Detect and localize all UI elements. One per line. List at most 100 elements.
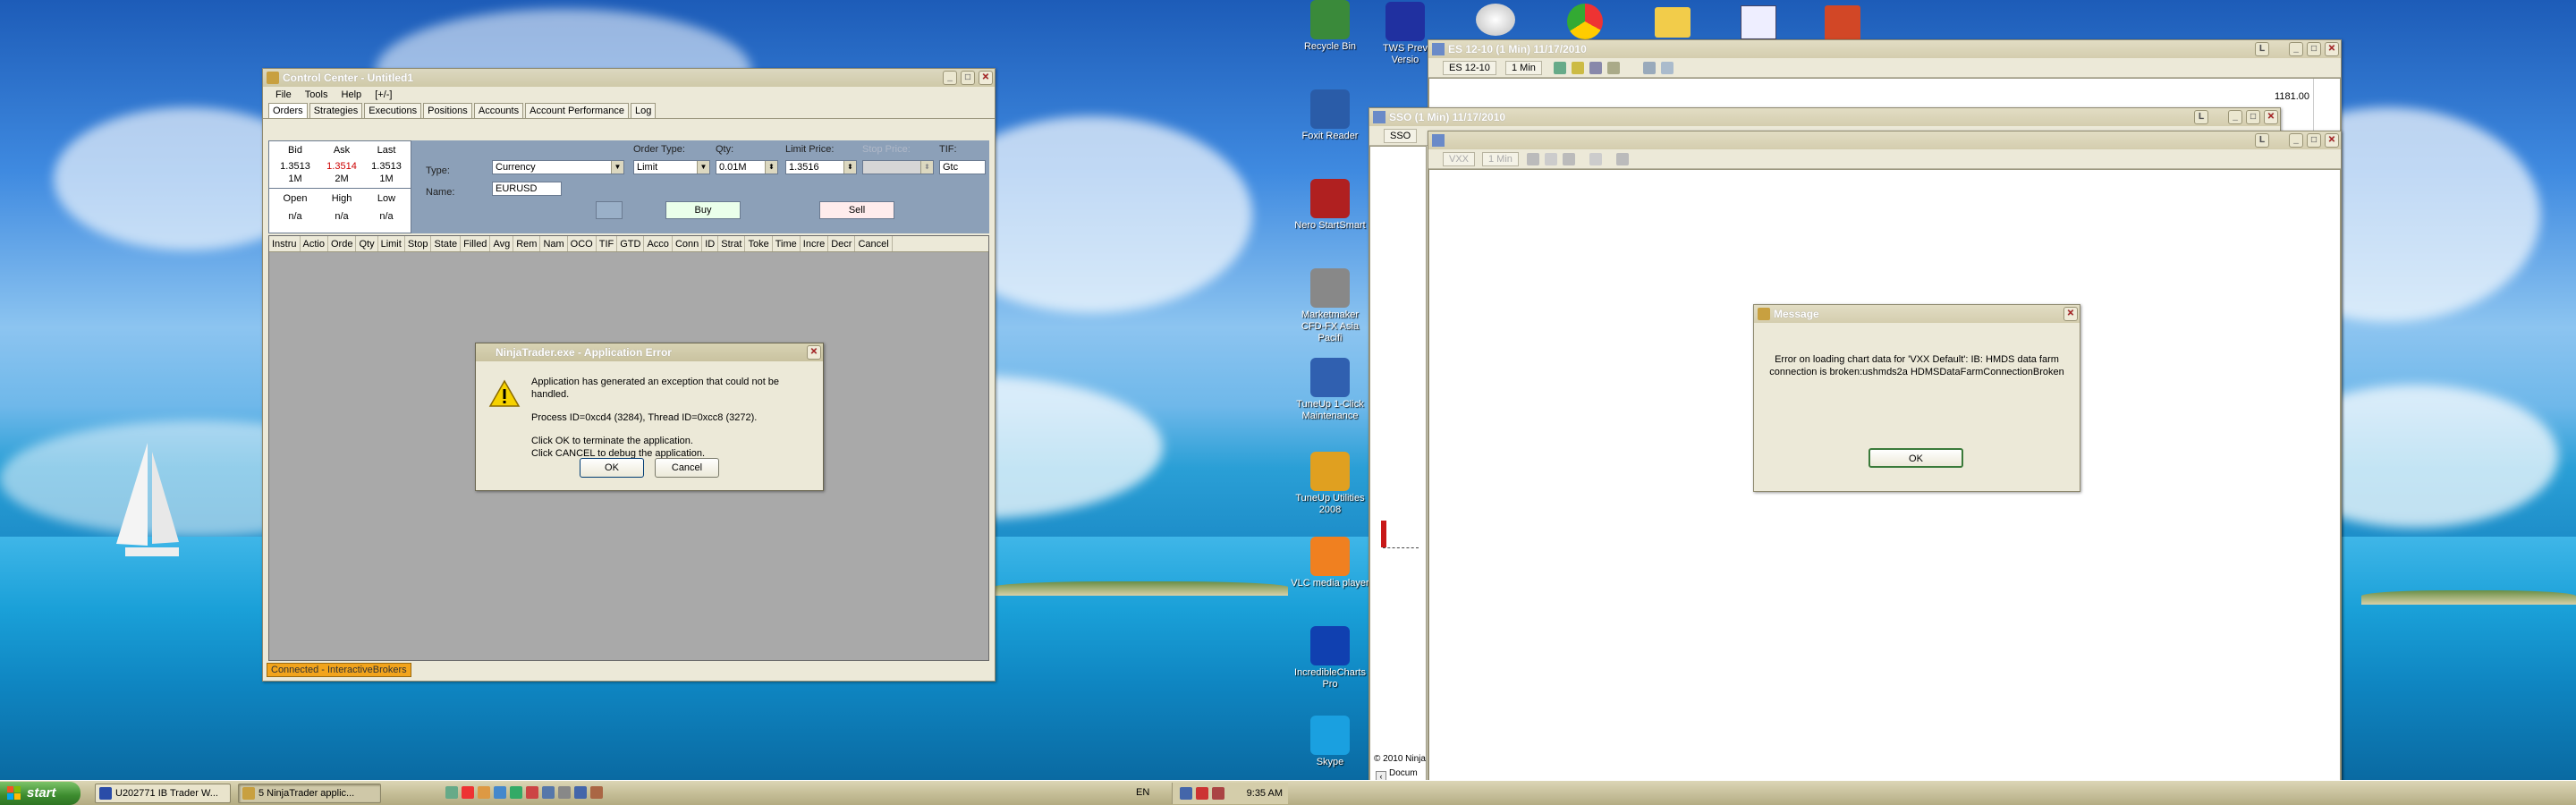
tab-log[interactable]: Log bbox=[631, 103, 657, 118]
limit-price-stepper[interactable]: 1.3516 ⬍ bbox=[785, 160, 857, 174]
tab-executions[interactable]: Executions bbox=[364, 103, 422, 118]
powerpoint-icon[interactable] bbox=[1825, 5, 1860, 41]
column-header[interactable]: Rem bbox=[513, 236, 541, 251]
minimize-button[interactable]: _ bbox=[2228, 110, 2242, 124]
instrument-select[interactable]: ES 12-10 bbox=[1443, 61, 1496, 75]
order-type-select[interactable]: Limit ▼ bbox=[633, 160, 710, 174]
link-button[interactable]: L bbox=[2255, 42, 2269, 56]
buy-button[interactable]: Buy bbox=[665, 201, 741, 219]
quicklaunch-icon[interactable] bbox=[478, 786, 490, 799]
column-header[interactable]: Filled bbox=[461, 236, 491, 251]
quicklaunch-icon[interactable] bbox=[494, 786, 506, 799]
dialog-titlebar[interactable]: Message ✕ bbox=[1754, 305, 2080, 323]
tab-positions[interactable]: Positions bbox=[423, 103, 472, 118]
column-header[interactable]: GTD bbox=[617, 236, 645, 251]
tray-icon[interactable] bbox=[1180, 787, 1192, 800]
close-button[interactable]: ✕ bbox=[2063, 307, 2078, 321]
desktop-icon[interactable]: Marketmaker CFD-FX Asia Pacifi bbox=[1290, 268, 1370, 344]
column-header[interactable]: ID bbox=[702, 236, 719, 251]
folder-icon[interactable] bbox=[1655, 7, 1690, 38]
instrument-select[interactable]: VXX bbox=[1443, 152, 1476, 166]
tab-orders[interactable]: Orders bbox=[268, 103, 308, 118]
quicklaunch-icon[interactable] bbox=[542, 786, 555, 799]
stepper-icon[interactable]: ⬍ bbox=[765, 161, 777, 174]
tray-icon[interactable] bbox=[1196, 787, 1208, 800]
close-button[interactable]: ✕ bbox=[2264, 110, 2278, 124]
ok-button[interactable]: OK bbox=[580, 458, 644, 478]
minimize-button[interactable]: _ bbox=[2289, 133, 2303, 148]
desktop-icon[interactable]: Recycle Bin bbox=[1290, 0, 1370, 53]
window-titlebar[interactable]: Control Center - Untitled1 _ □ ✕ bbox=[263, 69, 995, 87]
cd-icon[interactable] bbox=[1476, 4, 1515, 36]
maximize-button[interactable]: □ bbox=[2246, 110, 2260, 124]
crosshair-icon[interactable] bbox=[1563, 153, 1575, 165]
interval-select[interactable]: 1 Min bbox=[1482, 152, 1519, 166]
column-header[interactable]: Limit bbox=[378, 236, 405, 251]
interval-select[interactable]: 1 Min bbox=[1505, 61, 1542, 75]
minimize-button[interactable]: _ bbox=[943, 71, 957, 85]
column-header[interactable]: Conn bbox=[673, 236, 703, 251]
stepper-icon[interactable]: ⬍ bbox=[843, 161, 856, 174]
quicklaunch-icon[interactable] bbox=[526, 786, 538, 799]
data-box-icon[interactable] bbox=[1661, 62, 1674, 74]
chrome-icon[interactable] bbox=[1567, 4, 1603, 39]
calculator-icon[interactable] bbox=[1741, 5, 1776, 39]
maximize-button[interactable]: □ bbox=[2307, 42, 2321, 56]
crosshair-icon[interactable] bbox=[1589, 62, 1602, 74]
shield-icon[interactable] bbox=[1212, 787, 1224, 800]
window-titlebar[interactable]: SSO (1 Min) 11/17/2010 L _ □ ✕ bbox=[1369, 108, 2280, 126]
window-titlebar[interactable]: ES 12-10 (1 Min) 11/17/2010 L _ □ ✕ bbox=[1428, 40, 2341, 58]
column-header[interactable]: Acco bbox=[644, 236, 673, 251]
desktop-icon[interactable]: TuneUp 1-Click Maintenance bbox=[1290, 358, 1370, 422]
column-header[interactable]: Actio bbox=[301, 236, 328, 251]
properties-icon[interactable] bbox=[1616, 153, 1629, 165]
tab-accounts[interactable]: Accounts bbox=[473, 103, 524, 118]
column-header[interactable]: Instru bbox=[269, 236, 301, 251]
sell-button[interactable]: Sell bbox=[819, 201, 894, 219]
taskbar-button-ninjatrader[interactable]: 5 NinjaTrader applic... bbox=[238, 784, 381, 803]
name-input[interactable]: EURUSD bbox=[492, 182, 562, 196]
dialog-titlebar[interactable]: NinjaTrader.exe - Application Error ✕ bbox=[476, 343, 823, 361]
quicklaunch-icon[interactable] bbox=[558, 786, 571, 799]
menu-file[interactable]: File bbox=[270, 87, 297, 100]
link-button[interactable]: L bbox=[2255, 133, 2269, 148]
quicklaunch-icon[interactable] bbox=[574, 786, 587, 799]
desktop-icon[interactable]: Foxit Reader bbox=[1290, 89, 1370, 142]
tif-select[interactable]: Gtc bbox=[939, 160, 986, 174]
column-header[interactable]: State bbox=[431, 236, 462, 251]
tab-strategies[interactable]: Strategies bbox=[309, 103, 363, 118]
desktop-icon[interactable]: Skype bbox=[1290, 716, 1370, 768]
bars-icon[interactable] bbox=[1554, 62, 1566, 74]
desktop-icon[interactable]: VLC media player bbox=[1290, 537, 1370, 589]
column-header[interactable]: Qty bbox=[356, 236, 378, 251]
window-titlebar[interactable]: L _ □ ✕ bbox=[1428, 131, 2341, 149]
stop-price-stepper[interactable]: ⬍ bbox=[862, 160, 934, 174]
minimize-button[interactable]: _ bbox=[2289, 42, 2303, 56]
chart-panel[interactable]: © 2010 Ninja ‹ bbox=[1369, 146, 1427, 786]
menu-help[interactable]: Help bbox=[336, 87, 368, 100]
quicklaunch-icon[interactable] bbox=[445, 786, 458, 799]
desktop-icon[interactable]: TuneUp Utilities 2008 bbox=[1290, 452, 1370, 516]
pencil-icon[interactable] bbox=[1545, 153, 1557, 165]
column-header[interactable]: Orde bbox=[328, 236, 357, 251]
quicklaunch-icon[interactable] bbox=[510, 786, 522, 799]
quicklaunch-icon[interactable] bbox=[590, 786, 603, 799]
close-button[interactable]: ✕ bbox=[807, 345, 821, 360]
link-button[interactable]: L bbox=[2194, 110, 2208, 124]
desktop-icon[interactable]: Nero StartSmart bbox=[1290, 179, 1370, 232]
menu-tools[interactable]: Tools bbox=[300, 87, 334, 100]
chrome-icon[interactable] bbox=[462, 786, 474, 799]
app-error-dialog[interactable]: NinjaTrader.exe - Application Error ✕ Ap… bbox=[475, 343, 824, 491]
column-header[interactable]: Avg bbox=[490, 236, 514, 251]
close-button[interactable]: ✕ bbox=[979, 71, 993, 85]
ok-button[interactable]: OK bbox=[1868, 448, 1963, 468]
column-header[interactable]: Decr bbox=[828, 236, 856, 251]
column-header[interactable]: Cancel bbox=[855, 236, 893, 251]
zoom-icon[interactable] bbox=[1589, 153, 1602, 165]
column-header[interactable]: Incre bbox=[801, 236, 829, 251]
maximize-button[interactable]: □ bbox=[2307, 133, 2321, 148]
column-header[interactable]: TIF bbox=[597, 236, 618, 251]
properties-icon[interactable] bbox=[1643, 62, 1656, 74]
maximize-button[interactable]: □ bbox=[961, 71, 975, 85]
instrument-select[interactable]: SSO bbox=[1384, 129, 1418, 143]
